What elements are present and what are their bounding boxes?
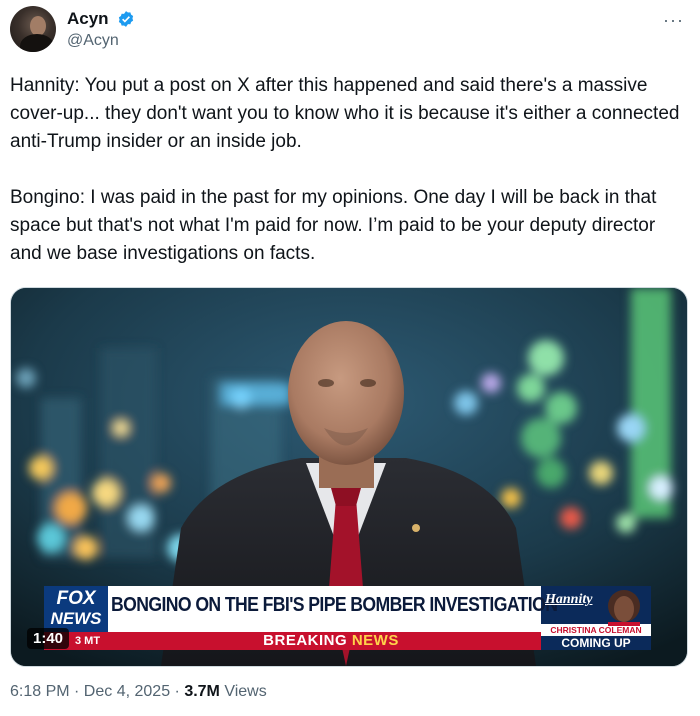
video-duration-badge: 1:40 [27, 628, 70, 649]
breaking-news-banner: BREAKING NEWS [106, 632, 556, 650]
avatar-shoulders [20, 34, 54, 52]
tweet-paragraph-2: Bongino: I was paid in the past for my o… [10, 187, 657, 264]
views-count: 3.7M [184, 683, 220, 700]
clock-text: 3 MT [75, 635, 101, 647]
network-logo: FOX NEWS [44, 586, 108, 634]
verified-badge-icon [118, 11, 134, 27]
views-label: Views [219, 683, 267, 700]
tweet-paragraph-1: Hannity: You put a post on X after this … [10, 75, 680, 152]
breaking-label: BREAKING [263, 632, 348, 649]
coming-up-label: COMING UP [561, 636, 631, 650]
tweet-meta: 6:18 PM · Dec 4, 2025 · 3.7M Views [10, 683, 267, 701]
avatar-head [30, 16, 46, 36]
tweet-timestamp[interactable]: 6:18 PM · Dec 4, 2025 · [10, 683, 184, 700]
author-display-name[interactable]: Acyn [67, 9, 109, 29]
network-logo-line-1: FOX [56, 588, 96, 609]
tweet-text: Hannity: You put a post on X after this … [10, 72, 686, 296]
video-player[interactable]: FOX NEWS 3 MT BONGINO ON THE FBI'S PIPE … [10, 287, 688, 667]
tweet-header: Acyn @Acyn ··· [10, 6, 690, 58]
author-avatar[interactable] [10, 6, 56, 52]
news-label: NEWS [351, 632, 399, 649]
show-logo: Hannity [545, 592, 593, 607]
more-options-icon[interactable]: ··· [663, 10, 684, 31]
network-logo-line-2: NEWS [50, 609, 102, 628]
headline-text: BONGINO ON THE FBI'S PIPE BOMBER INVESTI… [111, 593, 558, 616]
coming-up-name: CHRISTINA COLEMAN [550, 625, 642, 635]
author-handle[interactable]: @Acyn [67, 32, 119, 50]
